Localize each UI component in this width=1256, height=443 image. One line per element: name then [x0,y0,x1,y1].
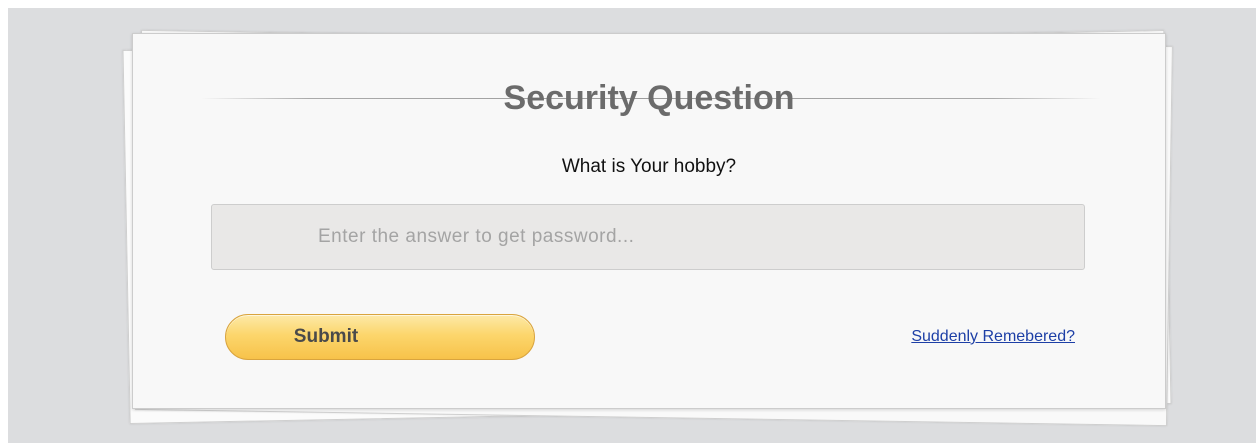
page-title: Security Question [503,79,795,117]
answer-input[interactable] [211,204,1085,270]
suddenly-remembered-link[interactable]: Suddenly Remebered? [795,327,1075,347]
security-question-card: Security Question What is Your hobby? Su… [132,33,1166,409]
submit-button[interactable]: Submit [225,314,535,360]
security-question-text: What is Your hobby? [561,156,737,177]
